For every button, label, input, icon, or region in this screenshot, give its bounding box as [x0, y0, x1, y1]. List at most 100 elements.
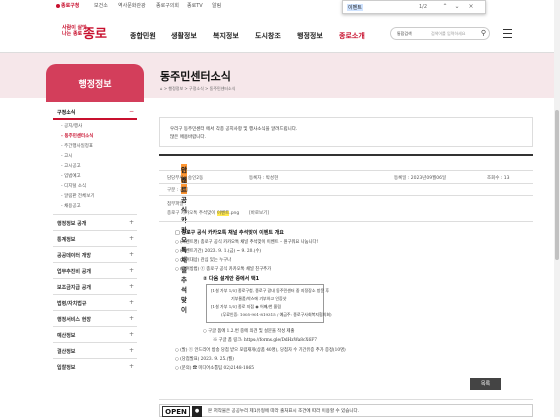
sidebar: 구정소식 − - 공지/행사 - 동주민센터소식 - 주간행사일정표 - 고시 … [53, 106, 137, 374]
plus-icon: + [128, 299, 134, 306]
scrollbar[interactable] [554, 0, 560, 417]
sidebar-title: 행정정보 [46, 64, 144, 102]
gnb-item-active[interactable]: 종로소개 [339, 31, 365, 41]
body-line: ○ (참여대상) 관심 있는 누구나 [175, 258, 232, 263]
sidebar-title-label: 행정정보 [78, 80, 112, 90]
gnb-item[interactable]: 도시창조 [255, 31, 281, 41]
chevron-up-icon[interactable]: ⌃ [441, 3, 449, 10]
sidebar-section[interactable]: 예산정보 + [53, 326, 137, 342]
sidebar-section[interactable]: 행정서비스 현장 + [53, 310, 137, 326]
search-scope-select[interactable]: 통합검색 [397, 31, 412, 37]
box-line: (무료인증: 1005-901-819315 / 예금주: 종로구사회복지협의회… [221, 312, 332, 317]
plus-icon: + [128, 331, 134, 338]
preview-link[interactable]: [바로보기] [249, 210, 269, 216]
body-line: ○ 구글 폼에 1.2.번 중에 의견 및 설문을 작성 제출 [203, 329, 295, 334]
search-icon[interactable]: ⚲ [481, 29, 486, 37]
open-license-badge: OPEN [162, 406, 190, 417]
box-line: 기부물품/박스에 기부하고 인증샷 [231, 296, 287, 301]
sidebar-section[interactable]: 행정정보 공개 + [53, 214, 137, 230]
plus-icon: + [128, 235, 134, 242]
close-icon[interactable]: × [467, 3, 475, 10]
gnb-item[interactable]: 생활정보 [171, 31, 197, 41]
sidebar-section[interactable]: 업무추진비 공개 + [53, 262, 137, 278]
sidebar-subitem-active[interactable]: - 동주민센터소식 [61, 132, 137, 142]
plus-icon: + [128, 283, 134, 290]
sidebar-section[interactable]: 입찰정보 + [53, 358, 137, 374]
plus-icon: + [128, 363, 134, 370]
scrollbar-thumb[interactable] [555, 110, 559, 260]
breadcrumb: ⌂ > 행정정보 > 구정소식 > 동주민센터소식 [160, 86, 236, 91]
body-line: ○ (당첨발표) 2023. 9. 25.(월) [175, 357, 234, 362]
site-search: 통합검색 검색어를 입력하세요 ⚲ [390, 27, 490, 40]
utility-link[interactable]: 역사문화관광 [118, 2, 146, 9]
body-heading: □ 종로구 공식 카카오톡 채널 추석맞이 이벤트 개요 [175, 230, 284, 236]
plus-icon: + [128, 251, 134, 258]
page-title: 동주민센터소식 [160, 70, 231, 83]
utility-link[interactable]: 알림 [212, 2, 221, 9]
post-title: 종로구 공식 카카오톡 채널 추석맞이 이벤트 안내 [159, 154, 533, 314]
site-logo[interactable]: 사람이 살맛 나는 종로 종로 [62, 23, 108, 45]
gnb-item[interactable]: 복지정보 [213, 31, 239, 41]
minus-icon: − [128, 108, 134, 115]
intro-text: 우리구 동주민센터 에서 각종 공지사항 및 행사소식을 알려드립니다. [170, 127, 298, 132]
hamburger-menu-icon[interactable] [500, 26, 514, 40]
post-views: 조회수 : 13 [487, 176, 510, 181]
attach-label: 첨부파일 : [167, 202, 187, 207]
home-icon [56, 3, 60, 8]
utility-link[interactable]: 종로구의회 [156, 2, 179, 9]
license-text: 본 저작물은 공공누리 제1유형에 따라 출처표시 조건에 따라 이용할 수 있… [208, 409, 360, 414]
sidebar-current-label: 구정소식 [57, 110, 76, 116]
body-info-box: [1설 가부 1/5] 종로구청, 종로구 광내 동주민센터 중 지정장소 방문… [206, 284, 332, 323]
find-input[interactable]: 이벤트 [347, 4, 363, 11]
utility-link[interactable]: 보건소 [94, 2, 108, 9]
sidebar-section[interactable]: 결산정보 + [53, 342, 137, 358]
plus-icon: + [128, 267, 134, 274]
site-header: 사람이 살맛 나는 종로 종로 종합민원 생활정보 복지정보 도시창조 행정정보… [0, 11, 560, 53]
post-dept: 담당부서 : 숭인2동 [167, 176, 204, 181]
logo-mark: 종로 [83, 27, 107, 42]
sidebar-subitem[interactable]: - 알림판 전체보기 [61, 192, 137, 202]
plus-icon: + [128, 219, 134, 226]
body-subheading: ② 다음 설게안 중에서 택1 [203, 276, 260, 282]
plus-icon: + [128, 315, 134, 322]
sidebar-current-section[interactable]: 구정소식 − [53, 106, 137, 120]
box-line: [1설 가부 1/5] 종로구청, 종로구 광내 동주민센터 중 지정장소 방문… [211, 288, 330, 293]
sidebar-subitem[interactable]: - 입법예고 [61, 172, 137, 182]
sidebar-subitem[interactable]: - 디지털 소식 [61, 182, 137, 192]
gnb-item[interactable]: 행정정보 [297, 31, 323, 41]
list-button[interactable]: 목록 [470, 378, 501, 390]
find-highlight: 이벤트 [216, 211, 230, 216]
post-attachment: 첨부파일 : 종로구 카카오톡 추석맞이 이벤트.png [바로보기] [159, 198, 533, 222]
attach-file-link[interactable]: 종로구 카카오톡 추석맞이 이벤트.png [167, 210, 239, 216]
sidebar-section[interactable]: 통계정보 + [53, 230, 137, 246]
box-line: [1설 가부 1/5] 종로 지점 ◉ 어째/천 올림 [211, 304, 282, 309]
plus-icon: + [128, 347, 134, 354]
find-count: 1/2 [419, 4, 428, 10]
sidebar-subitem[interactable]: - 고시 [61, 152, 137, 162]
search-input[interactable]: 검색어를 입력하세요 [431, 31, 465, 37]
sidebar-section[interactable]: 보조금지급 공개 + [53, 278, 137, 294]
body-link[interactable]: ※ 구글 폼 링크: https://forms.gle/DdHzWa8cX6F… [213, 337, 317, 343]
post-date: 등록일 : 2023년09월06일 [394, 176, 447, 181]
body-line: ○ (이벤트명) 종로구 공식 카카오톡 채널 추석맞이 이벤트 – 원구워요 … [175, 240, 319, 245]
sidebar-section[interactable]: 공공데이터 개방 + [53, 246, 137, 262]
sidebar-subitem[interactable]: - 주간행사일정표 [61, 142, 137, 152]
chevron-down-icon[interactable]: ⌄ [453, 3, 461, 10]
divider [159, 399, 533, 400]
kogl-license: OPEN ● 본 저작물은 공공누리 제1유형에 따라 출처표시 조건에 따라 … [159, 404, 533, 417]
body-line: ○ (문의) ☎ 미디어소통팀 02)2148-1865 [175, 366, 254, 371]
intro-box: 우리구 동주민센터 에서 각종 공지사항 및 행사소식을 알려드립니다. 많은 … [159, 117, 533, 147]
sidebar-subitem[interactable]: - 공지/행사 [61, 122, 137, 132]
home-link[interactable]: 종로구청 [56, 2, 79, 9]
intro-text: 많은 애용바랍니다. [170, 135, 206, 140]
body-line: ○ (이벤트기간) 2023. 9. 1.(금) ~ 9. 20.(수) [175, 249, 262, 254]
sidebar-subitem[interactable]: - 고시공고 [61, 162, 137, 172]
utility-link[interactable]: 종로TV [187, 2, 203, 9]
post-writer: 등록자 : 박성현 [249, 176, 279, 181]
sidebar-subitem[interactable]: - 채용공고 [61, 202, 137, 212]
sidebar-submenu: - 공지/행사 - 동주민센터소식 - 주간행사일정표 - 고시 - 고시공고 … [53, 120, 137, 214]
gnb-item[interactable]: 종합민원 [130, 31, 156, 41]
attribution-icon: ● [192, 406, 202, 417]
body-line: ○ (참여방법) ① 종로구 공식 카카오톡 채널 친구추가 [175, 267, 272, 272]
sidebar-section[interactable]: 법령/자치법규 + [53, 294, 137, 310]
